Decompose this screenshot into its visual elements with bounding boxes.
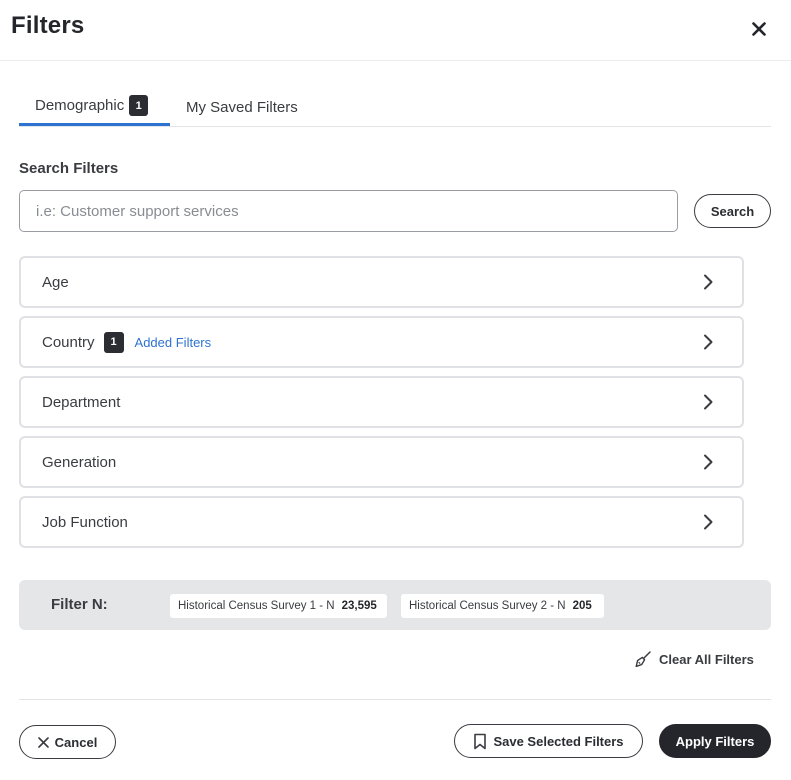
tab-demographic[interactable]: Demographic 1 (19, 88, 170, 126)
cancel-label: Cancel (54, 734, 98, 750)
search-button[interactable]: Search (694, 194, 771, 228)
filter-label: Age (42, 273, 69, 291)
filter-label: Job Function (42, 513, 128, 531)
chip-value: 23,595 (341, 600, 377, 612)
added-filters-link[interactable]: Added Filters (135, 335, 212, 350)
clear-all-label: Clear All Filters (659, 651, 754, 667)
filter-label: Country (42, 333, 95, 351)
close-icon (37, 736, 49, 748)
tab-count-badge: 1 (129, 95, 149, 116)
close-icon (752, 22, 766, 36)
page-title: Filters (11, 12, 85, 39)
chip-value: 205 (572, 600, 592, 612)
filter-count-badge: 1 (103, 331, 124, 353)
filter-row-generation[interactable]: Generation (19, 436, 744, 488)
filter-row-age[interactable]: Age (19, 256, 744, 308)
save-selected-filters-button[interactable]: Save Selected Filters (454, 724, 643, 758)
tab-demographic-label: Demographic (35, 97, 125, 114)
modal-header: Filters (0, 0, 791, 61)
filter-label: Department (42, 393, 121, 411)
chip-label: Historical Census Survey 2 - N (409, 600, 566, 612)
chevron-right-icon (704, 454, 713, 470)
filter-label: Generation (42, 453, 117, 471)
chevron-right-icon (704, 334, 713, 350)
chip-label: Historical Census Survey 1 - N (178, 600, 335, 612)
tab-bar: Demographic 1 My Saved Filters (19, 88, 771, 127)
save-label: Save Selected Filters (493, 733, 624, 749)
apply-label: Apply Filters (675, 733, 755, 749)
tab-saved-label: My Saved Filters (186, 98, 298, 116)
footer-divider (19, 699, 771, 700)
survey-n-chip: Historical Census Survey 1 - N 23,595 (170, 594, 387, 618)
chevron-right-icon (704, 274, 713, 290)
bookmark-icon (474, 733, 487, 749)
search-filters-label: Search Filters (19, 160, 119, 177)
filter-n-label: Filter N: (51, 596, 108, 613)
filter-row-department[interactable]: Department (19, 376, 744, 428)
tab-my-saved-filters[interactable]: My Saved Filters (186, 88, 298, 126)
apply-filters-button[interactable]: Apply Filters (659, 724, 771, 758)
chevron-right-icon (704, 394, 713, 410)
broom-icon (635, 651, 651, 668)
clear-all-filters-button[interactable]: Clear All Filters (634, 649, 754, 669)
filter-n-panel: Filter N: Historical Census Survey 1 - N… (19, 580, 771, 630)
filter-row-country[interactable]: Country 1 Added Filters (19, 316, 744, 368)
cancel-button[interactable]: Cancel (19, 725, 116, 759)
survey-n-chip: Historical Census Survey 2 - N 205 (401, 594, 604, 618)
search-input[interactable] (19, 190, 678, 232)
filter-row-job-function[interactable]: Job Function (19, 496, 744, 548)
close-button[interactable] (746, 16, 772, 42)
chevron-right-icon (704, 514, 713, 530)
